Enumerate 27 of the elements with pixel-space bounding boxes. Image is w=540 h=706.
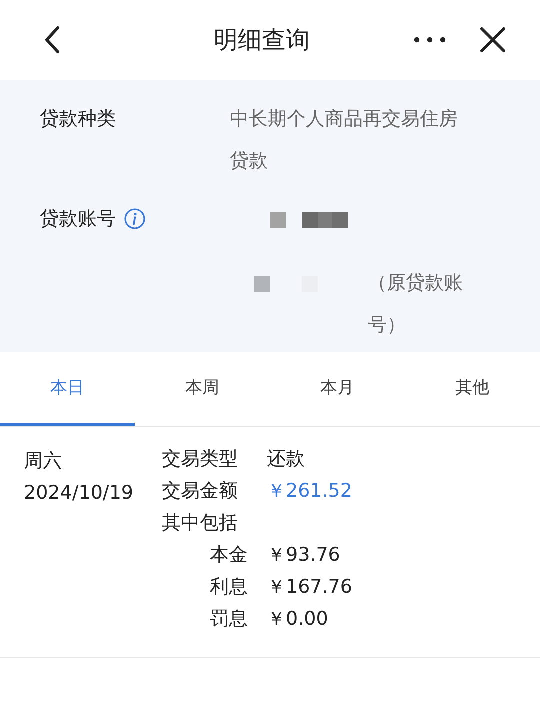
- period-tab[interactable]: 本月: [270, 352, 405, 426]
- breakdown-value: ￥93.76: [267, 543, 340, 568]
- date-text: 2024/10/19: [24, 481, 135, 506]
- back-icon[interactable]: [44, 26, 60, 54]
- field-label: 交易类型: [162, 447, 239, 472]
- breakdown-title: 其中包括: [162, 511, 239, 536]
- breakdown-value: ￥0.00: [267, 607, 328, 632]
- breakdown-label: 利息: [209, 575, 248, 600]
- redaction-mosaic: [254, 274, 318, 292]
- period-tab[interactable]: 本周: [135, 352, 270, 426]
- info-icon[interactable]: [124, 208, 146, 230]
- field-value: 还款: [267, 447, 305, 472]
- weekday-text: 周六: [24, 449, 63, 474]
- breakdown-value: ￥167.76: [267, 575, 352, 600]
- close-icon[interactable]: [480, 27, 506, 53]
- period-tab[interactable]: 本日: [0, 352, 135, 426]
- more-icon[interactable]: [414, 37, 446, 43]
- loan-type-value: 中长期个人商品再交易住房贷款: [230, 107, 459, 174]
- period-tab[interactable]: 其他: [405, 352, 540, 426]
- field-label: 交易金额: [162, 479, 239, 504]
- loan-type-label: 贷款种类: [40, 107, 117, 132]
- breakdown-label: 罚息: [209, 607, 248, 632]
- loan-account-label: 贷款账号: [40, 207, 116, 232]
- page-title: 明细查询: [213, 25, 310, 56]
- breakdown-label: 本金: [209, 543, 248, 568]
- field-value: ￥261.52: [267, 479, 352, 504]
- account-note: （原贷款账号）: [368, 271, 464, 338]
